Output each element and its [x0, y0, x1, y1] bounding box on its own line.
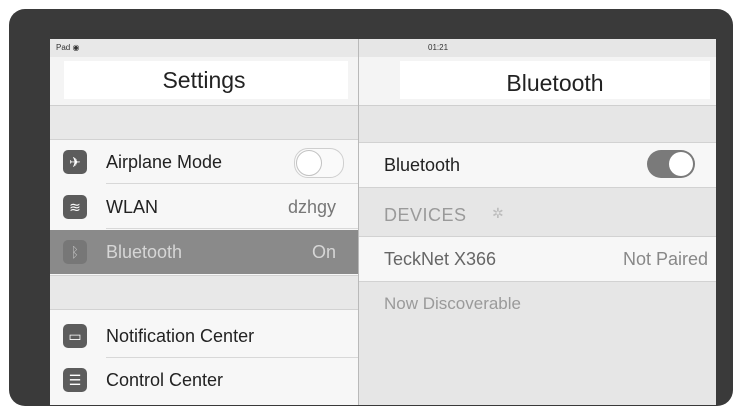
row-label: Airplane Mode	[106, 152, 223, 172]
device-pair-status: Not Paired	[622, 249, 708, 269]
row-separator	[106, 228, 358, 229]
carrier-wifi-status: Pad ◉	[56, 43, 80, 52]
bluetooth-toggle-label: Bluetooth	[384, 155, 461, 175]
notification-icon: ▭	[63, 324, 87, 348]
bluetooth-header: Bluetooth	[359, 57, 716, 106]
status-time: 01:21	[428, 43, 449, 52]
row-label: Notification Center	[106, 326, 255, 346]
row-label: Control Center	[106, 370, 224, 390]
tablet-frame: Pad ◉ Settings ✈ Airplane Mode ≋ WLAN dz…	[9, 9, 733, 406]
page-title: Settings	[162, 67, 246, 93]
device-row[interactable]: TeckNet X366 Not Paired	[359, 237, 716, 281]
devices-list: TeckNet X366 Not Paired	[359, 236, 716, 282]
bluetooth-icon: ᛒ	[63, 240, 87, 264]
bluetooth-toggle-group: Bluetooth	[359, 142, 716, 188]
bluetooth-toggle[interactable]	[647, 150, 695, 178]
bluetooth-status-value: On	[311, 242, 336, 262]
detail-title: Bluetooth	[506, 70, 604, 96]
settings-group-centers: ▭ Notification Center ☰ Control Center	[50, 309, 358, 405]
device-name: TeckNet X366	[384, 249, 497, 269]
settings-pane: Pad ◉ Settings ✈ Airplane Mode ≋ WLAN dz…	[50, 39, 358, 405]
toggle-knob	[669, 152, 693, 176]
airplane-mode-toggle[interactable]	[294, 148, 344, 178]
wifi-icon: ≋	[63, 195, 87, 219]
row-label: WLAN	[106, 197, 159, 217]
control-center-icon: ☰	[63, 368, 87, 392]
settings-row-airplane-mode[interactable]: ✈ Airplane Mode	[50, 140, 358, 184]
devices-section-header: DEVICES	[384, 205, 467, 225]
loading-spinner-icon: ✲	[492, 205, 504, 221]
settings-row-notification-center[interactable]: ▭ Notification Center	[50, 314, 358, 358]
settings-row-wlan[interactable]: ≋ WLAN dzhgy	[50, 185, 358, 229]
screen: Pad ◉ Settings ✈ Airplane Mode ≋ WLAN dz…	[50, 39, 716, 405]
toggle-knob	[296, 150, 322, 176]
status-bar-right: 01:21	[359, 39, 716, 55]
discoverable-note: Now Discoverable	[384, 294, 521, 313]
row-label: Bluetooth	[106, 242, 183, 262]
settings-header: Settings	[50, 57, 358, 106]
wlan-network-value: dzhgy	[287, 197, 336, 217]
settings-row-bluetooth[interactable]: ᛒ Bluetooth On	[50, 230, 358, 274]
bluetooth-pane: 01:21 Bluetooth Bluetooth DEVICES ✲ Teck…	[359, 39, 716, 405]
airplane-icon: ✈	[63, 150, 87, 174]
settings-group-connectivity: ✈ Airplane Mode ≋ WLAN dzhgy ᛒ Bluetooth…	[50, 139, 358, 276]
settings-row-control-center[interactable]: ☰ Control Center	[50, 358, 358, 402]
row-separator	[106, 183, 358, 184]
